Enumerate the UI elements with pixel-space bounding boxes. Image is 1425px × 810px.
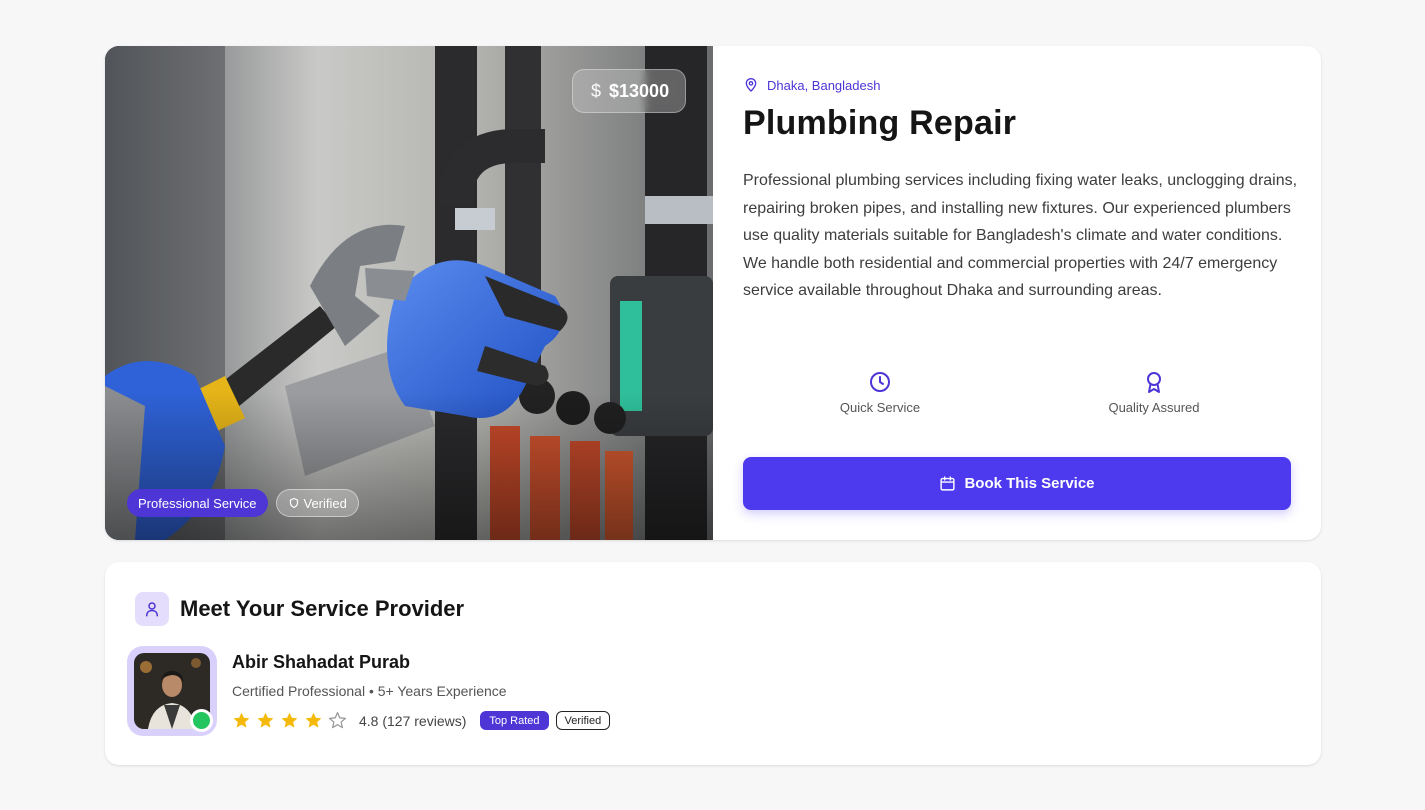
provider-verified-badge: Verified — [555, 711, 611, 730]
provider-heading: Meet Your Service Provider — [180, 596, 465, 621]
dollar-icon: $ — [591, 80, 602, 101]
service-hero-image: $ $13000 Professional Service Verified — [105, 46, 713, 540]
clock-icon — [870, 372, 890, 392]
location-text: Dhaka, Bangladesh — [767, 77, 881, 93]
provider-name: Abir Shahadat Purab — [232, 652, 411, 672]
service-card: $ $13000 Professional Service Verified D… — [105, 46, 1321, 540]
star-filled-icon — [257, 712, 274, 728]
location: Dhaka, Bangladesh — [743, 76, 1291, 94]
star-rating — [232, 711, 347, 730]
shield-icon — [289, 497, 298, 509]
rating-row: 4.8 (127 reviews) Top Rated Verified — [232, 711, 611, 730]
star-empty-icon — [328, 711, 347, 729]
calendar-icon — [940, 476, 956, 491]
feature-quick-service: Quick Service — [743, 370, 1017, 415]
provider-info: Abir Shahadat Purab Certified Profession… — [232, 652, 611, 730]
provider-subtitle: Certified Professional • 5+ Years Experi… — [232, 683, 507, 699]
map-pin-icon — [745, 78, 757, 92]
star-filled-icon — [281, 712, 298, 728]
plumbing-photo — [105, 46, 713, 540]
price-badge: $ $13000 — [572, 69, 687, 113]
professional-service-badge: Professional Service — [127, 489, 268, 517]
verified-badge: Verified — [275, 489, 359, 517]
online-status-dot — [190, 709, 213, 732]
service-title: Plumbing Repair — [743, 104, 1017, 142]
feature-label: Quality Assured — [1108, 400, 1200, 415]
provider-header: Meet Your Service Provider — [135, 592, 464, 626]
service-details: Dhaka, Bangladesh Plumbing Repair Profes… — [713, 46, 1321, 540]
hero-badges: Professional Service Verified — [127, 489, 359, 517]
provider-card: Meet Your Service Provider Abir Shahadat… — [105, 562, 1321, 765]
top-rated-badge: Top Rated — [480, 711, 549, 730]
star-filled-icon — [233, 712, 250, 728]
star-filled-icon — [305, 712, 322, 728]
book-service-label: Book This Service — [964, 475, 1095, 492]
feature-list: Quick Service Quality Assured — [743, 370, 1291, 415]
service-description: Professional plumbing services including… — [743, 172, 1298, 299]
award-icon — [1147, 372, 1161, 393]
rating-text: 4.8 (127 reviews) — [359, 712, 467, 729]
user-icon — [135, 592, 169, 626]
price-value: $13000 — [609, 80, 670, 101]
feature-label: Quick Service — [839, 400, 921, 415]
feature-quality-assured: Quality Assured — [1017, 370, 1291, 415]
book-service-button[interactable]: Book This Service — [743, 457, 1291, 510]
verified-badge-label: Verified — [303, 495, 347, 511]
